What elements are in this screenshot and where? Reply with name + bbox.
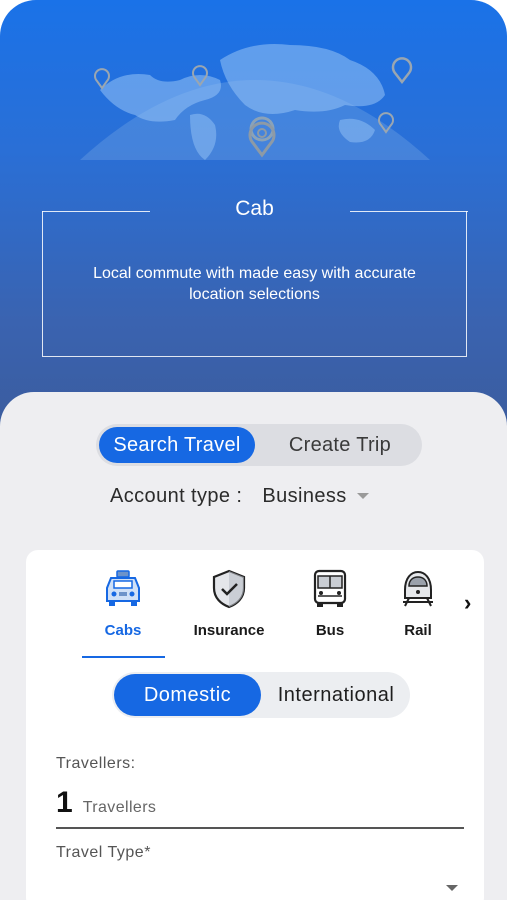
account-type-selector[interactable]: Account type : Business [110,483,369,509]
selected-category-indicator [82,656,165,658]
search-travel-tab[interactable]: Search Travel [99,427,255,463]
travellers-field[interactable]: 1 Travellers [56,786,156,820]
category-label: Rail [404,622,432,639]
bus-icon [313,569,347,607]
category-cabs[interactable]: Cabs [78,568,168,639]
travel-type-dropdown-icon[interactable] [446,885,458,891]
search-sheet: Search Travel Create Trip Account type :… [0,392,507,900]
travellers-unit: Travellers [82,799,157,816]
hero-banner: Cab Local commute with made easy with ac… [0,0,507,430]
train-icon [403,570,433,607]
world-map-icon [80,44,430,160]
booking-card: Cabs Insurance Bus Rail › Domestic Inter… [26,550,484,900]
category-label: Bus [315,622,345,639]
info-card: Cab Local commute with made easy with ac… [41,197,468,357]
category-rail[interactable]: Rail [373,568,463,639]
info-description: Local commute with made easy with accura… [93,265,416,303]
account-type-label: Account type : [110,484,243,507]
info-title: Cab [235,197,274,220]
category-bus[interactable]: Bus [285,568,375,639]
shield-check-icon [212,569,246,609]
chevron-right-icon[interactable]: › [464,590,471,616]
travel-type-label: Travel Type* [56,844,151,861]
category-label: Cabs [104,622,142,639]
travellers-count: 1 [56,786,73,819]
international-tab[interactable]: International [264,674,408,716]
mode-toggle: Search Travel Create Trip [96,424,422,466]
domestic-tab[interactable]: Domestic [114,674,261,716]
cab-icon [106,570,140,606]
category-label: Insurance [193,622,265,639]
trip-scope-toggle: Domestic International [112,672,410,718]
create-trip-tab[interactable]: Create Trip [262,427,418,463]
account-type-value: Business [262,484,347,507]
travellers-underline [56,827,464,829]
travellers-label: Travellers: [56,755,136,772]
category-insurance[interactable]: Insurance [184,568,274,639]
dropdown-caret-icon [356,493,369,499]
